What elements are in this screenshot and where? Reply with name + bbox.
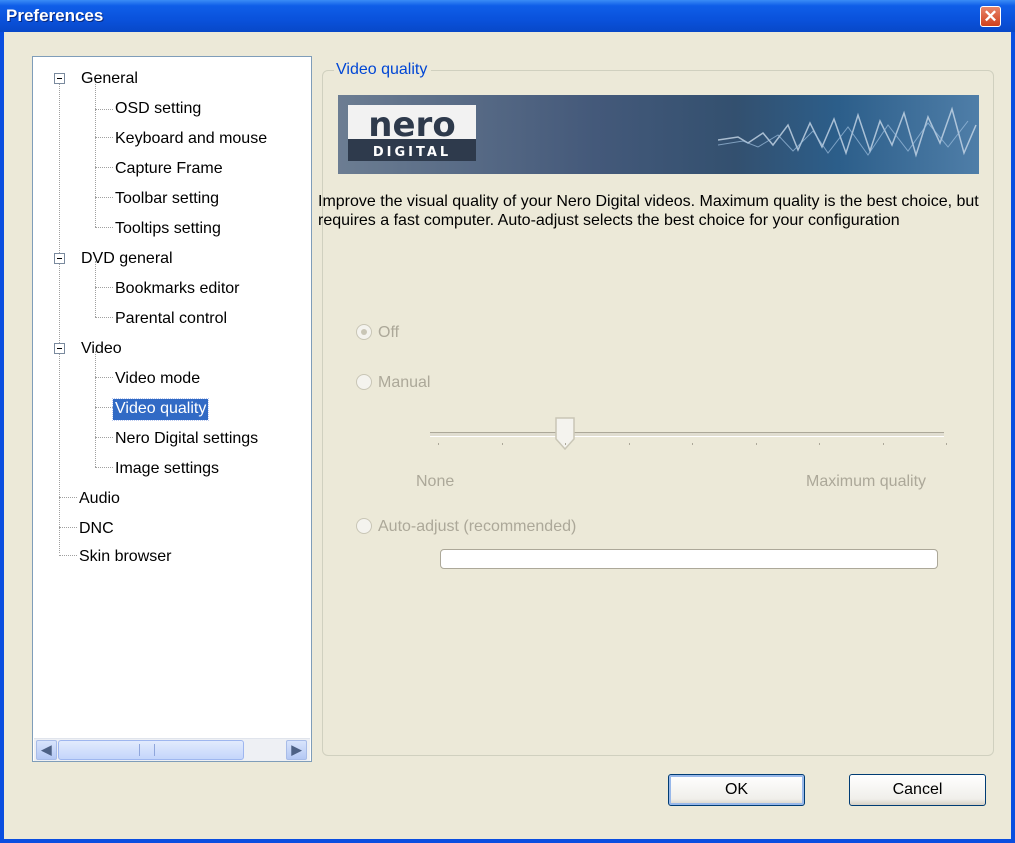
logo-text-top: nero <box>368 105 455 145</box>
arrow-right-icon: ▶ <box>291 742 302 757</box>
radio-off-circle <box>356 324 372 340</box>
grip-icon <box>139 744 155 756</box>
quality-description: Improve the visual quality of your Nero … <box>318 193 979 229</box>
collapse-video-icon[interactable] <box>54 343 65 354</box>
tree-line <box>59 77 60 253</box>
slider-tick <box>692 443 693 445</box>
tree-item-image-settings[interactable]: Image settings <box>115 459 219 480</box>
preferences-window: Preferences ✕ General OSD setting Keyboa… <box>0 0 1015 843</box>
nero-digital-logo: nero DIGITAL <box>348 105 476 161</box>
slider-tick <box>501 443 503 445</box>
tree-item-osd-setting[interactable]: OSD setting <box>115 99 201 120</box>
radio-manual-label: Manual <box>378 374 431 391</box>
tree-item-tooltips-setting[interactable]: Tooltips setting <box>115 219 221 240</box>
slider-tick <box>755 443 757 445</box>
slider-tick <box>565 443 566 445</box>
tree-item-dvd-general[interactable]: DVD general <box>81 249 173 270</box>
radio-off-label: Off <box>378 324 400 341</box>
tree-item-video[interactable]: Video <box>81 339 122 360</box>
tree-item-keyboard-and-mouse[interactable]: Keyboard and mouse <box>115 129 308 150</box>
slider-tick <box>946 443 947 445</box>
radio-auto-label: Auto-adjust (recommended) <box>378 518 577 535</box>
scroll-thumb[interactable] <box>58 740 244 760</box>
slider-max-label: Maximum quality <box>806 473 927 490</box>
slider-tick <box>628 443 630 445</box>
tree-item-audio[interactable]: Audio <box>79 489 120 510</box>
tree-horizontal-scrollbar[interactable]: ◀ ▶ <box>34 738 310 761</box>
radio-manual-circle <box>356 374 372 390</box>
group-title: Video quality <box>334 60 432 80</box>
settings-tree[interactable]: General OSD setting Keyboard and mouse C… <box>32 56 312 762</box>
tree-item-capture-frame[interactable]: Capture Frame <box>115 159 223 180</box>
slider-tick <box>882 443 884 445</box>
tree-item-skin-browser[interactable]: Skin browser <box>79 547 171 568</box>
title-bar[interactable]: Preferences ✕ <box>0 0 1015 32</box>
tree-item-toolbar-setting[interactable]: Toolbar setting <box>115 189 219 210</box>
tree-item-parental-control[interactable]: Parental control <box>115 309 227 330</box>
tree-line <box>59 253 60 343</box>
scroll-left-button[interactable]: ◀ <box>36 740 57 760</box>
close-button[interactable]: ✕ <box>980 6 1001 27</box>
arrow-left-icon: ◀ <box>41 742 52 757</box>
tree-line <box>59 343 60 553</box>
tree-item-video-quality[interactable]: Video quality <box>111 398 210 421</box>
collapse-dvd-general-icon[interactable] <box>54 253 65 264</box>
auto-adjust-progress-bar <box>440 549 938 569</box>
logo-text-bottom: DIGITAL <box>373 145 451 160</box>
ok-button[interactable]: OK <box>668 774 805 806</box>
scroll-right-button[interactable]: ▶ <box>286 740 307 760</box>
slider-tick <box>438 443 439 445</box>
tree-line <box>95 81 96 227</box>
collapse-general-icon[interactable] <box>54 73 65 84</box>
tree-item-video-mode[interactable]: Video mode <box>115 369 200 390</box>
quality-slider-track[interactable] <box>430 432 944 437</box>
close-icon: ✕ <box>983 7 998 26</box>
nero-digital-banner: nero DIGITAL <box>338 95 979 174</box>
tree-item-dnc[interactable]: DNC <box>79 519 114 540</box>
waveform-graphic <box>718 106 977 158</box>
dialog-body: General OSD setting Keyboard and mouse C… <box>4 32 1011 839</box>
slider-min-label: None <box>416 473 455 490</box>
cancel-button[interactable]: Cancel <box>849 774 986 806</box>
slider-tick <box>819 443 820 445</box>
tree-item-bookmarks-editor[interactable]: Bookmarks editor <box>115 279 240 300</box>
tree-line <box>95 351 96 467</box>
window-title: Preferences <box>6 6 104 25</box>
quality-slider-thumb[interactable] <box>554 417 576 451</box>
radio-auto-circle <box>356 518 372 534</box>
tree-item-general[interactable]: General <box>81 69 138 90</box>
tree-item-nero-digital-settings[interactable]: Nero Digital settings <box>115 429 258 450</box>
